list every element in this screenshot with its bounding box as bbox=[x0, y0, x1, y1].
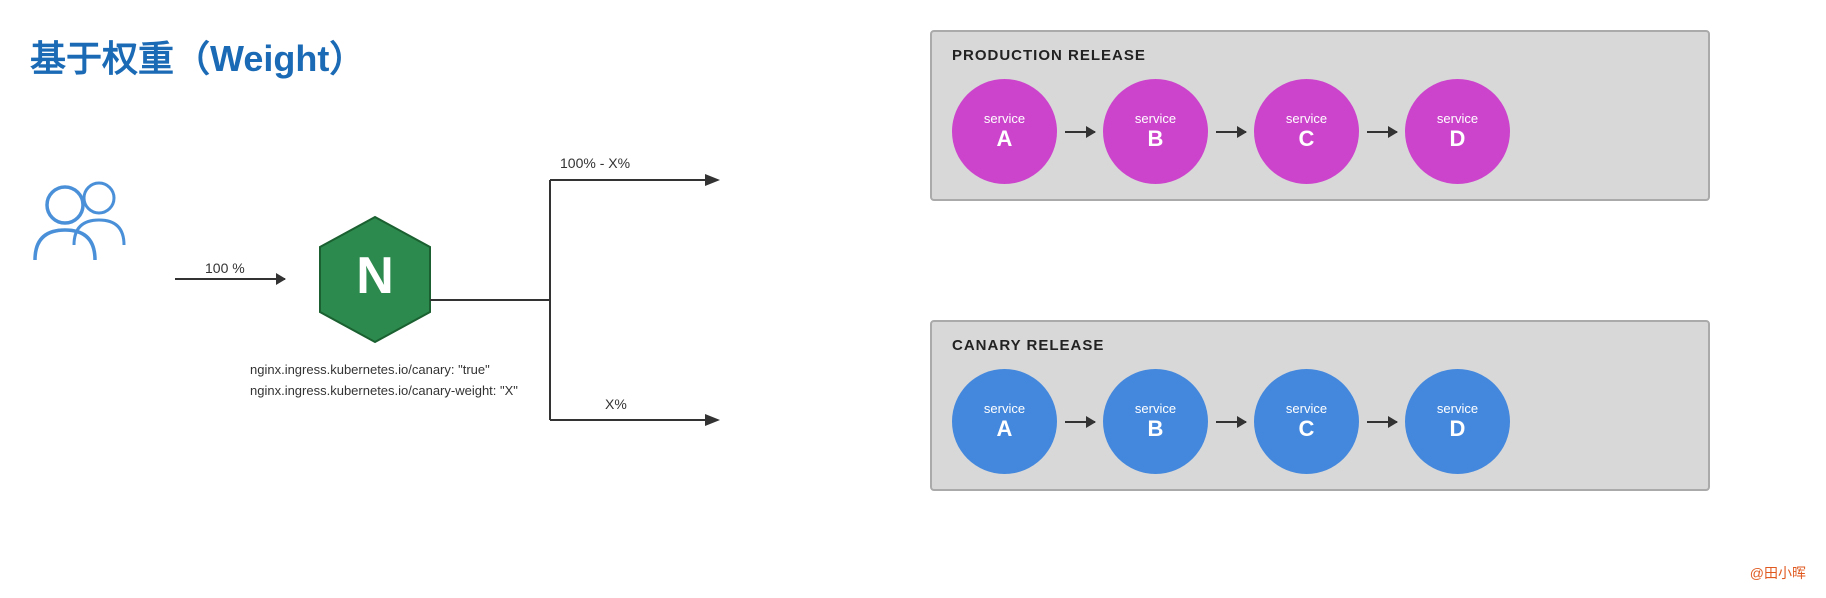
production-service-b: service B bbox=[1103, 79, 1208, 184]
canary-service-c: service C bbox=[1254, 369, 1359, 474]
production-services-row: service A service B service C bbox=[952, 79, 1688, 184]
arrow-canary-bc bbox=[1216, 421, 1246, 423]
canary-service-a: service A bbox=[952, 369, 1057, 474]
arrow-prod-bc bbox=[1216, 131, 1246, 133]
canary-title: CANARY RELEASE bbox=[952, 337, 1688, 354]
nginx-icon: N bbox=[315, 215, 435, 345]
arrow-prod-ab bbox=[1065, 131, 1095, 133]
traffic-arrow: 100 % bbox=[175, 278, 285, 280]
arrow-canary-cd bbox=[1367, 421, 1397, 423]
canary-service-d: service D bbox=[1405, 369, 1510, 474]
canary-release-box: CANARY RELEASE service A service B serv bbox=[930, 320, 1710, 491]
main-container: 基于权重（Weight） 100 % bbox=[0, 0, 1826, 598]
production-release-box: PRODUCTION RELEASE service A service B bbox=[930, 30, 1710, 201]
nginx-container: N bbox=[310, 210, 440, 350]
production-service-a: service A bbox=[952, 79, 1057, 184]
production-title: PRODUCTION RELEASE bbox=[952, 47, 1688, 64]
production-service-c: service C bbox=[1254, 79, 1359, 184]
svg-text:N: N bbox=[356, 247, 394, 305]
arrow-canary-ab bbox=[1065, 421, 1095, 423]
watermark: @田小晖 bbox=[1750, 563, 1806, 583]
canary-service-b: service B bbox=[1103, 369, 1208, 474]
canary-percent-label: X% bbox=[605, 396, 627, 412]
user-icon-front bbox=[30, 185, 100, 265]
right-section: PRODUCTION RELEASE service A service B bbox=[750, 0, 1826, 598]
branch-svg bbox=[430, 80, 730, 520]
traffic-percent-label: 100 % bbox=[205, 260, 245, 276]
canary-services-row: service A service B service C bbox=[952, 369, 1688, 474]
production-percent-label: 100% - X% bbox=[560, 155, 630, 171]
page-title: 基于权重（Weight） bbox=[30, 30, 365, 82]
production-service-d: service D bbox=[1405, 79, 1510, 184]
traffic-arrow-line bbox=[175, 278, 285, 280]
arrow-prod-cd bbox=[1367, 131, 1397, 133]
branch-connector: 100% - X% X% bbox=[430, 80, 730, 525]
